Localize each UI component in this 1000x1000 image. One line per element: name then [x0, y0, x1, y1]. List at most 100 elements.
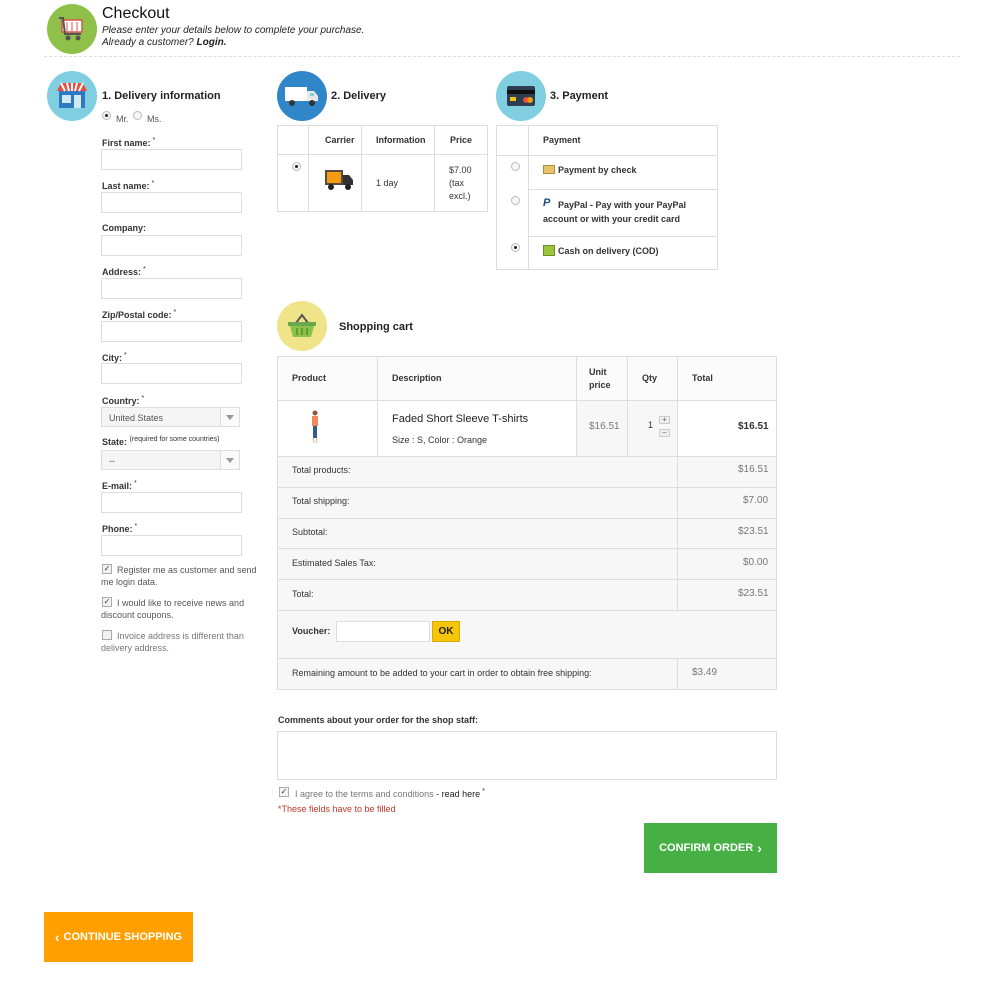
first-name-input[interactable] — [101, 149, 242, 170]
shopping-cart-icon — [59, 17, 83, 41]
chevron-left-icon: ‹ — [54, 929, 60, 945]
delivery-title: 2. Delivery — [331, 90, 387, 102]
check-icon — [543, 165, 555, 174]
chevron-right-icon: › — [757, 840, 762, 856]
salutation-mr-radio[interactable] — [102, 111, 111, 120]
required-mark: * — [173, 309, 177, 316]
payment-option-paypal[interactable]: PayPal - Pay with your PayPal account or… — [543, 198, 713, 226]
delivery-info-title: 1. Delivery information — [102, 90, 221, 102]
salutation-ms-label: Ms. — [147, 114, 162, 124]
basket-icon — [288, 313, 316, 337]
newsletter-checkbox-label: I would like to receive news and discoun… — [101, 598, 245, 620]
required-mark: * — [134, 480, 137, 487]
cart-header-total: Total — [692, 373, 713, 383]
delivery-truck-icon — [325, 170, 353, 190]
comments-textarea[interactable] — [277, 731, 777, 780]
chevron-down-icon — [220, 408, 239, 426]
truck-icon — [285, 87, 318, 106]
subtotal-value: $23.51 — [738, 526, 769, 537]
first-name-label-text: First name: — [102, 138, 151, 148]
total-value: $23.51 — [738, 588, 769, 599]
subtotal-label: Subtotal: — [292, 527, 328, 537]
salutation-ms-radio[interactable] — [133, 111, 142, 120]
cart-badge — [277, 301, 327, 351]
voucher-input[interactable] — [336, 621, 430, 642]
state-label: State: (required for some countries) — [102, 436, 219, 447]
payment-header: Payment — [543, 135, 581, 145]
total-products-value: $16.51 — [738, 464, 769, 475]
zip-input[interactable] — [101, 321, 242, 342]
confirm-order-button[interactable]: CONFIRM ORDER › — [644, 823, 777, 873]
required-mark: * — [134, 523, 138, 530]
phone-label: Phone: * — [102, 523, 137, 534]
country-select[interactable]: United States — [101, 407, 240, 427]
email-input[interactable] — [101, 492, 242, 513]
payment-badge — [496, 71, 546, 121]
state-select[interactable]: -- — [101, 450, 240, 470]
carrier-information: 1 day — [376, 178, 399, 188]
store-icon — [57, 82, 87, 108]
phone-input[interactable] — [101, 535, 242, 556]
continue-shopping-button[interactable]: ‹ CONTINUE SHOPPING — [44, 912, 193, 962]
address-label-text: Address: — [102, 267, 142, 277]
city-label: City: * — [102, 352, 127, 363]
payment-check-radio[interactable] — [511, 162, 520, 171]
login-link[interactable]: Login. — [197, 37, 227, 48]
last-name-label-text: Last name: — [102, 181, 150, 191]
page-subtitle: Please enter your details below to compl… — [102, 25, 364, 49]
delivery-header-price: Price — [450, 135, 473, 145]
carrier-price: $7.00 (tax excl.) — [449, 165, 472, 201]
page-title: Checkout — [102, 5, 170, 22]
state-label-text: State: — [102, 437, 128, 447]
qty-decrease-button[interactable]: − — [659, 429, 670, 437]
first-name-label: First name: * — [102, 137, 155, 148]
email-label-text: E-mail: — [102, 481, 133, 491]
checkout-cart-badge — [47, 4, 97, 54]
required-fields-note: *These fields have to be filled — [278, 804, 396, 814]
voucher-ok-button[interactable]: OK — [432, 621, 460, 642]
company-input[interactable] — [101, 235, 242, 256]
required-mark: * — [124, 352, 127, 359]
product-total: $16.51 — [738, 421, 769, 432]
country-select-value: United States — [109, 413, 164, 423]
already-customer-text: Already a customer? — [102, 37, 194, 48]
phone-label-text: Phone: — [102, 524, 133, 534]
cash-icon — [543, 245, 555, 256]
state-note: (required for some countries) — [129, 436, 220, 443]
state-select-value: -- — [109, 456, 115, 466]
product-thumbnail[interactable] — [309, 410, 321, 446]
payment-cod-radio[interactable] — [511, 243, 520, 252]
zip-label: Zip/Postal code: * — [102, 309, 176, 320]
carrier-radio[interactable] — [292, 162, 301, 171]
cart-header-product: Product — [292, 373, 327, 383]
payment-paypal-radio[interactable] — [511, 196, 520, 205]
company-label: Company: — [102, 223, 147, 233]
product-name[interactable]: Faded Short Sleeve T-shirts — [392, 413, 528, 425]
payment-option-check[interactable]: Payment by check — [558, 165, 637, 175]
terms-checkbox[interactable]: ✓ — [279, 787, 289, 797]
last-name-input[interactable] — [101, 192, 242, 213]
country-label-text: Country: — [102, 396, 140, 406]
cart-header-description: Description — [392, 373, 442, 383]
total-products-label: Total products: — [292, 465, 351, 475]
voucher-label: Voucher: — [292, 626, 331, 636]
continue-shopping-label: CONTINUE SHOPPING — [63, 931, 183, 943]
terms-text: I agree to the terms and conditions — [295, 789, 434, 799]
free-shipping-label: Remaining amount to be added to your car… — [292, 668, 592, 678]
terms-read-link[interactable]: - read here — [436, 789, 480, 799]
address-input[interactable] — [101, 278, 242, 299]
header-divider — [44, 56, 960, 57]
city-input[interactable] — [101, 363, 242, 384]
invoice-address-checkbox-label: Invoice address is different than delive… — [101, 631, 244, 653]
login-prompt: Already a customer? Login. — [102, 37, 364, 49]
tshirt-model-image — [312, 410, 318, 444]
subtitle-text: Please enter your details below to compl… — [102, 25, 365, 36]
delivery-header-information: Information — [376, 135, 426, 145]
qty-increase-button[interactable]: + — [659, 416, 670, 424]
free-shipping-value: $3.49 — [692, 667, 718, 678]
payment-option-cod[interactable]: Cash on delivery (COD) — [558, 246, 659, 256]
product-attributes: Size : S, Color : Orange — [392, 435, 488, 445]
product-qty: 1 — [648, 420, 654, 430]
total-shipping-label: Total shipping: — [292, 496, 350, 506]
cart-title: Shopping cart — [339, 321, 413, 333]
